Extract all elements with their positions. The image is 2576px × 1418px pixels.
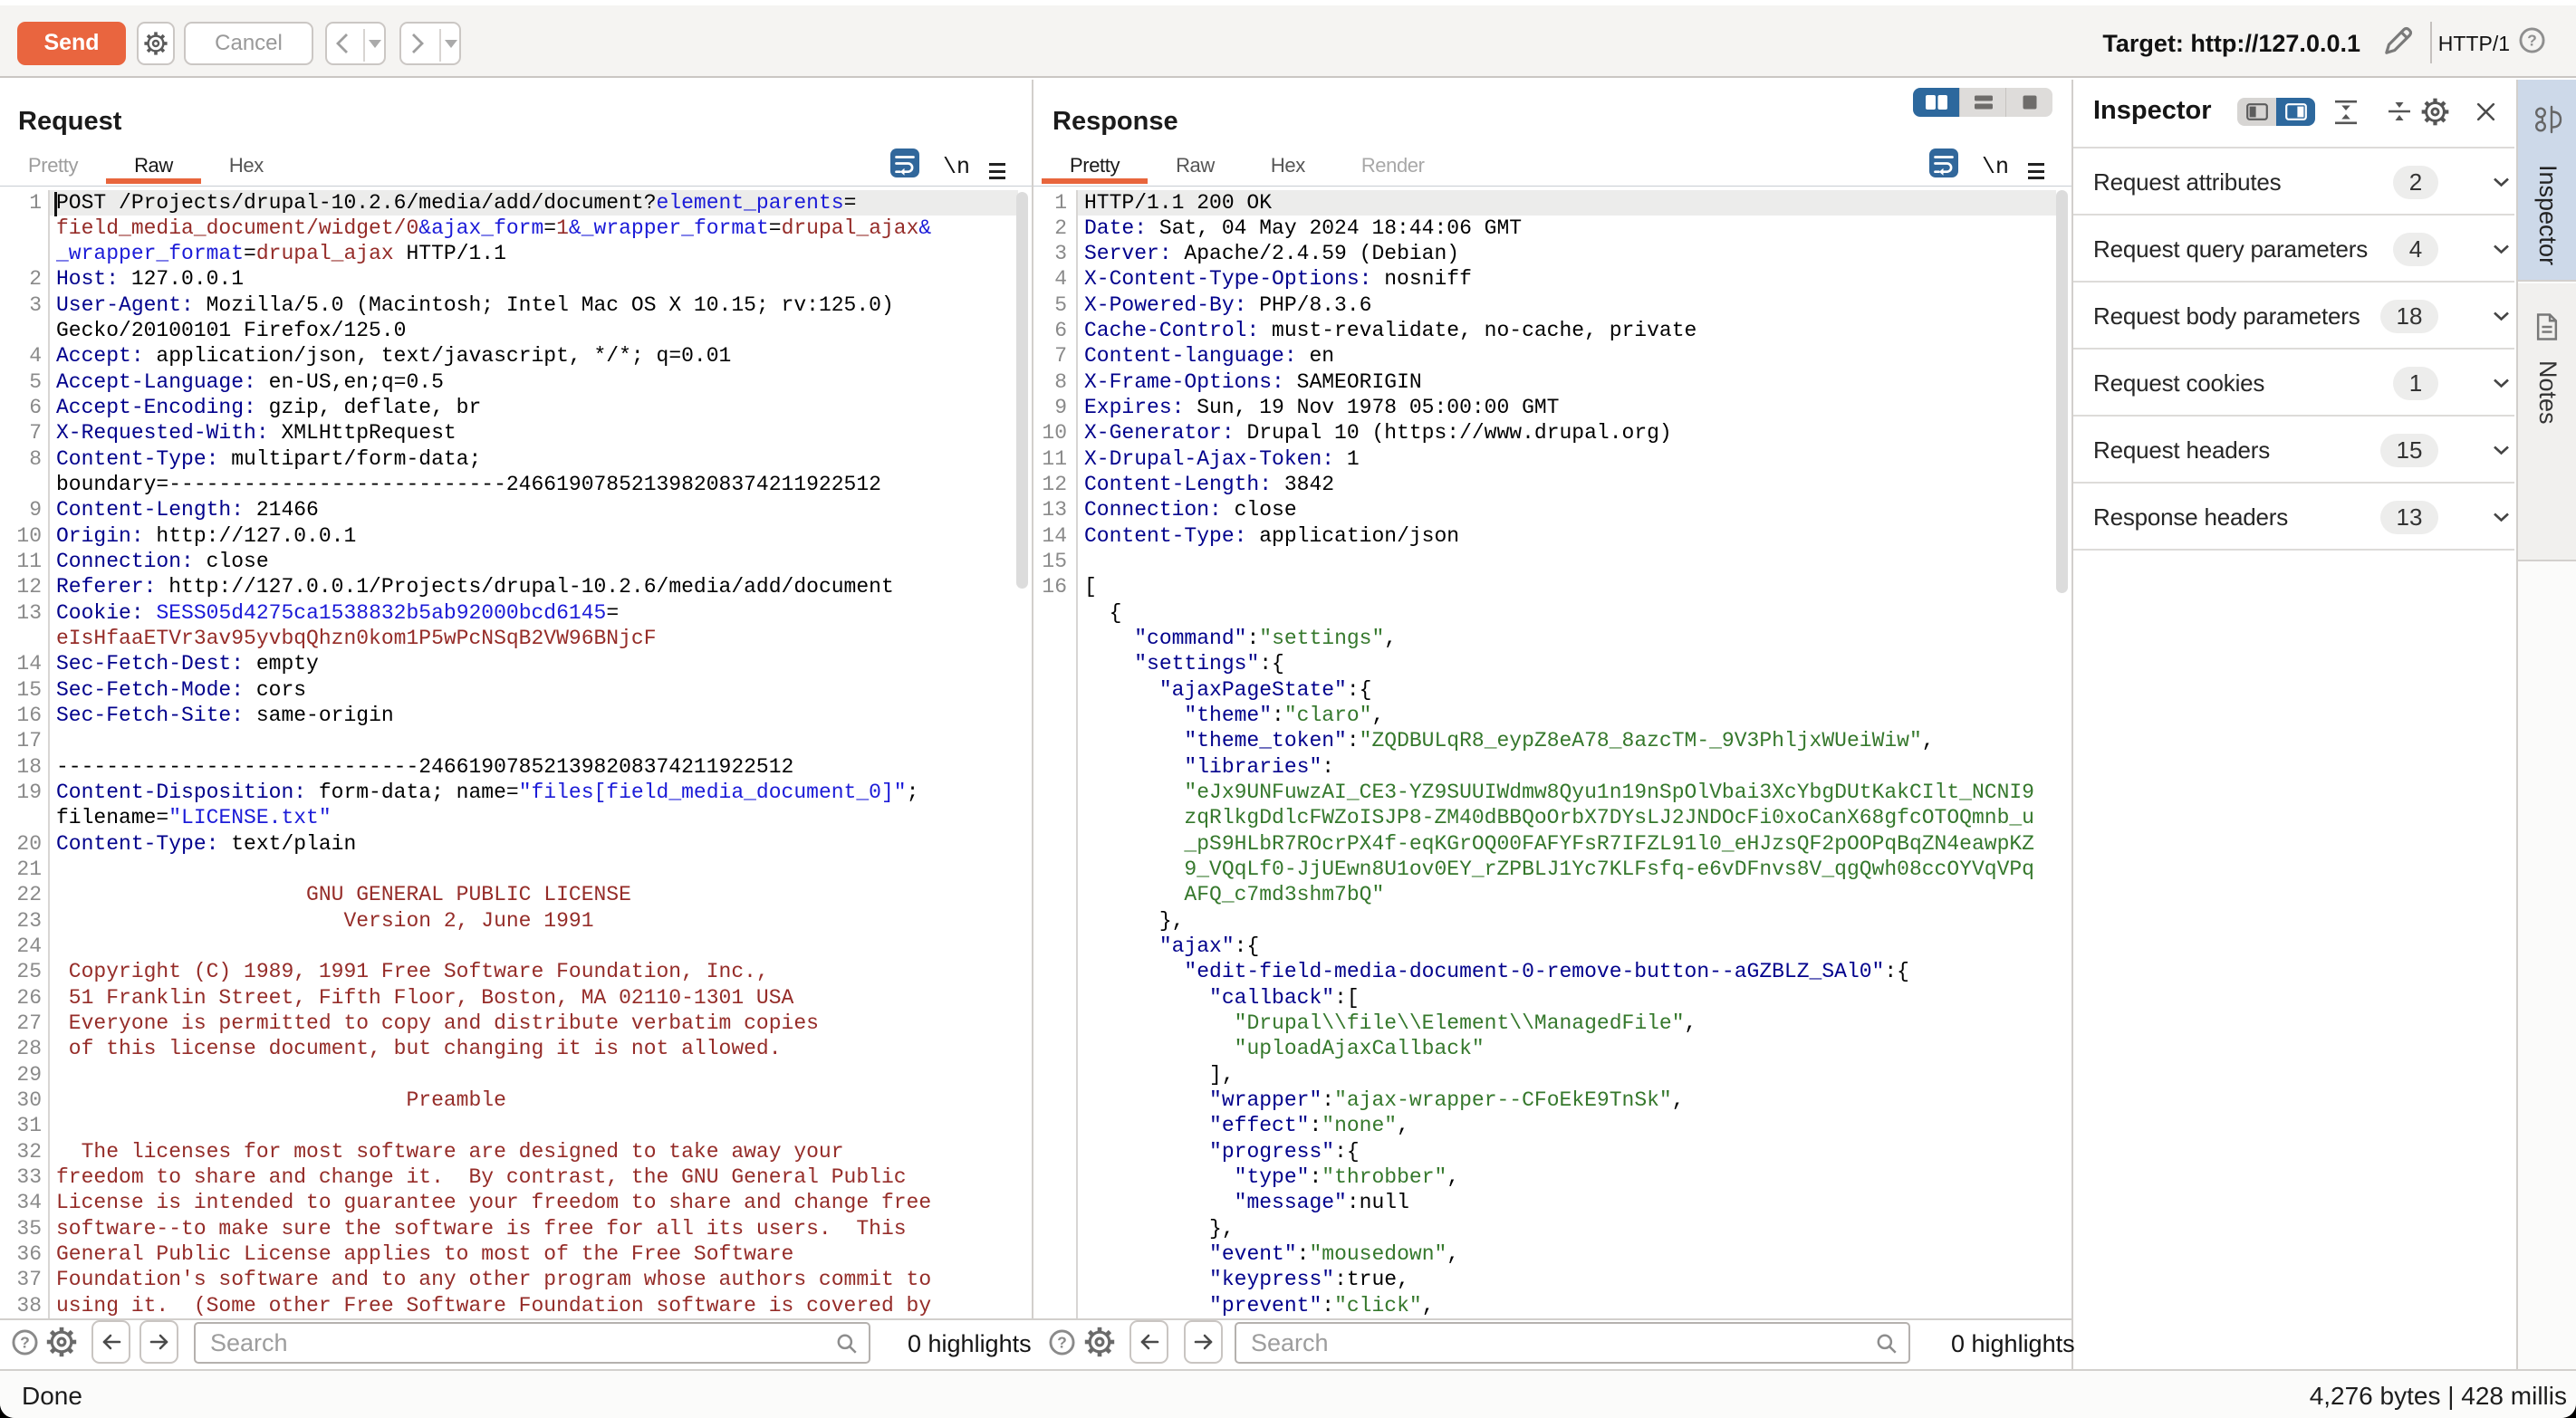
svg-text:?: ?	[2527, 32, 2537, 50]
svg-text:?: ?	[20, 1334, 30, 1352]
svg-text:?: ?	[1057, 1334, 1067, 1352]
